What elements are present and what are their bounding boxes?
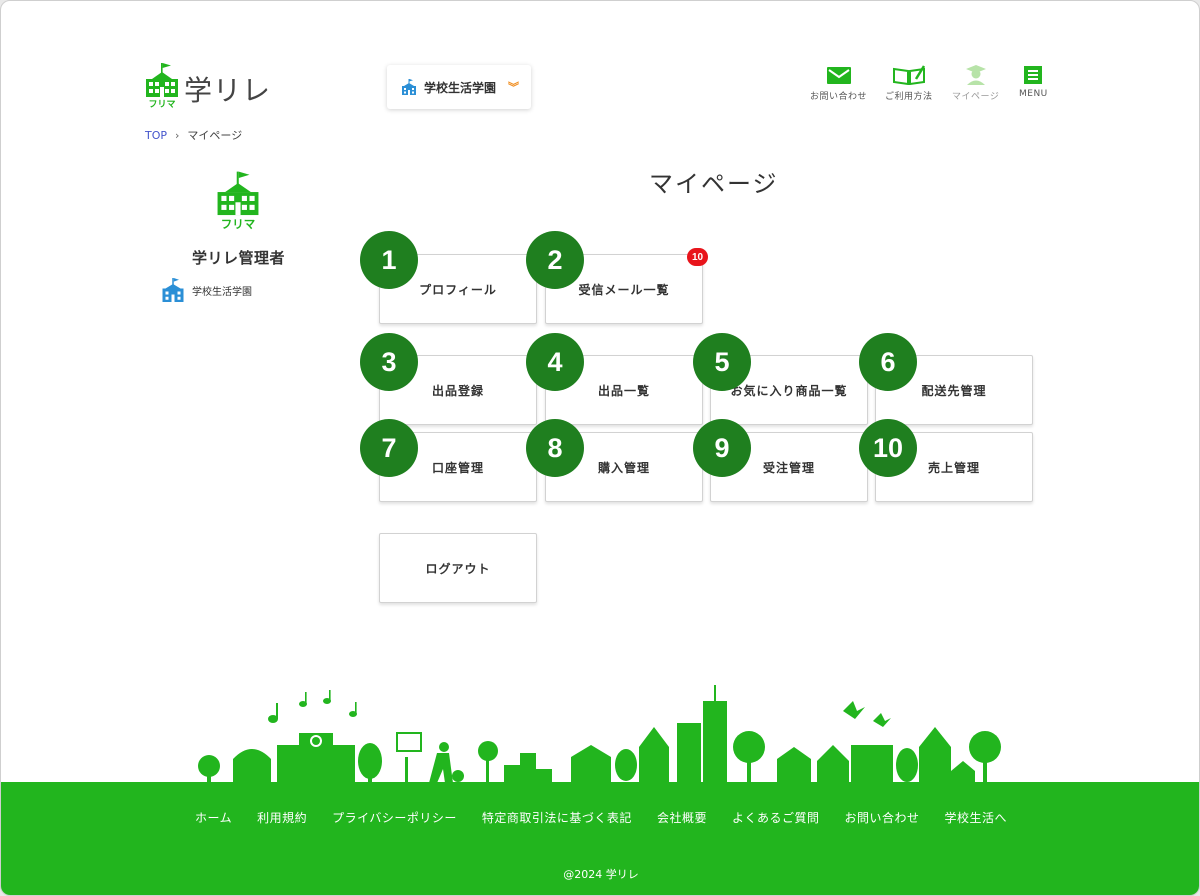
svg-text:フリマ: フリマ [148, 99, 175, 109]
copyright: @2024 学リレ [563, 868, 639, 881]
nav-contact[interactable]: お問い合わせ [810, 65, 867, 102]
number-marker: 3 [360, 333, 418, 391]
chevron-right-icon: › [175, 128, 180, 142]
page: フリマ 学リレ 学校生活学園 ︾ お問い合わせ ご利用方法 マイページ MENU… [0, 0, 1200, 896]
number-marker: 2 [526, 231, 584, 289]
admin-name: 学リレ管理者 [192, 249, 286, 267]
footer-nav: ホーム 利用規約 プライバシーポリシー 特定商取引法に基づく表記 会社概要 よく… [1, 809, 1199, 826]
number-marker: 1 [360, 231, 418, 289]
school-building-icon: フリマ [146, 63, 178, 109]
number-marker: 8 [526, 419, 584, 477]
school-icon [162, 278, 184, 302]
svg-text:フリマ: フリマ [221, 217, 256, 231]
footer-link-school-life[interactable]: 学校生活へ [944, 809, 1007, 826]
logout-button[interactable]: ログアウト [379, 533, 537, 603]
site-logo[interactable]: フリマ 学リレ [144, 63, 271, 109]
nav-mypage[interactable]: マイページ [952, 65, 999, 102]
footer-link-commerce-law[interactable]: 特定商取引法に基づく表記 [482, 809, 632, 826]
sidebar-school-name: 学校生活学園 [192, 286, 252, 298]
number-marker: 10 [859, 419, 917, 477]
number-marker: 7 [360, 419, 418, 477]
logo-text: 学リレ [184, 74, 272, 107]
footer-link-privacy[interactable]: プライバシーポリシー [332, 809, 457, 826]
unread-count-badge: 10 [687, 248, 708, 266]
nav-contact-label: お問い合わせ [810, 92, 868, 102]
sidebar-school: 学校生活学園 [161, 278, 252, 302]
double-chevron-down-icon: ︾ [508, 81, 519, 94]
number-marker: 5 [693, 333, 751, 391]
footer-link-home[interactable]: ホーム [195, 809, 232, 826]
school-building-icon: フリマ [217, 171, 259, 231]
breadcrumb: TOP › マイページ [145, 127, 242, 143]
footer-link-terms[interactable]: 利用規約 [257, 809, 307, 826]
page-title: マイページ [649, 170, 779, 198]
school-icon [402, 79, 416, 95]
number-marker: 4 [526, 333, 584, 391]
student-icon [965, 65, 986, 85]
school-selector[interactable]: 学校生活学園 ︾ [387, 65, 531, 109]
nav-menu[interactable]: MENU [1019, 65, 1048, 99]
school-selector-label: 学校生活学園 [424, 80, 497, 95]
footer-link-company[interactable]: 会社概要 [657, 809, 707, 826]
footer-link-contact[interactable]: お問い合わせ [844, 809, 919, 826]
mail-icon [826, 67, 851, 84]
breadcrumb-current: マイページ [187, 129, 243, 142]
nav-mypage-label: マイページ [952, 92, 1000, 102]
menu-icon [1024, 66, 1043, 84]
book-icon [892, 65, 925, 85]
town-illustration [198, 685, 1001, 783]
nav-menu-label: MENU [1019, 89, 1048, 99]
number-marker: 9 [693, 419, 751, 477]
number-marker: 6 [859, 333, 917, 391]
nav-guide[interactable]: ご利用方法 [885, 65, 933, 102]
nav-guide-label: ご利用方法 [885, 92, 933, 102]
footer-link-faq[interactable]: よくあるご質問 [732, 809, 820, 826]
breadcrumb-top-link[interactable]: TOP [145, 129, 167, 142]
footer: ホーム 利用規約 プライバシーポリシー 特定商取引法に基づく表記 会社概要 よく… [1, 782, 1199, 895]
profile-avatar: フリマ [215, 171, 261, 235]
